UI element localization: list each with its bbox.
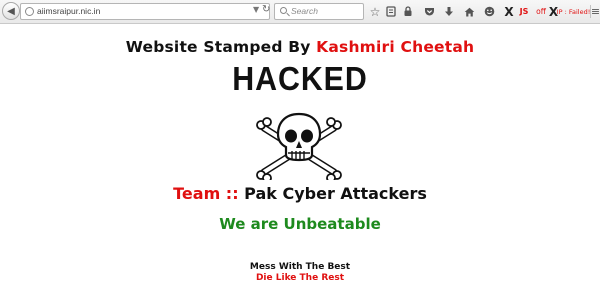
stamp-heading: Website Stamped By Kashmiri Cheetah — [0, 38, 600, 56]
url-text[interactable]: aiimsraipur.nic.in — [37, 6, 100, 17]
ip-status-label[interactable]: IP : Failed! — [557, 3, 591, 20]
globe-icon — [25, 7, 34, 16]
team-prefix: Team :: — [173, 184, 245, 203]
addon-js-badge[interactable]: JS — [518, 3, 530, 20]
search-placeholder: Search — [291, 6, 318, 16]
addon-x-icon[interactable]: X — [504, 3, 514, 20]
skull-crossbones-icon — [256, 112, 342, 180]
back-button[interactable]: ◀ — [2, 2, 20, 20]
emoji-icon[interactable] — [483, 3, 495, 20]
star-icon[interactable]: ☆ — [369, 3, 381, 20]
stamp-prefix: Website Stamped By — [125, 38, 317, 56]
die-text: Die Like The Rest — [255, 273, 345, 283]
browser-toolbar: ◀ aiimsraipur.nic.in ▼ ↻ Search ☆ X JS o… — [0, 0, 600, 24]
url-dropdown-icon[interactable]: ▼ — [253, 5, 259, 14]
unbeatable-text: We are Unbeatable — [219, 215, 381, 233]
address-bar[interactable]: aiimsraipur.nic.in ▼ ↻ — [20, 3, 270, 20]
stamp-name: Kashmiri Cheetah — [316, 38, 475, 56]
reload-icon[interactable]: ↻ — [262, 4, 270, 15]
team-heading: Team :: Pak Cyber Attackers — [0, 184, 600, 203]
page-content: Website Stamped By Kashmiri Cheetah HACK… — [0, 24, 600, 301]
lock-icon[interactable] — [402, 3, 414, 20]
download-icon[interactable] — [443, 3, 455, 20]
search-icon — [280, 7, 287, 14]
menu-icon[interactable]: ≡ — [591, 3, 600, 20]
search-bar[interactable]: Search — [274, 3, 364, 20]
bookmarks-icon[interactable] — [385, 3, 397, 20]
hacked-title: HACKED — [232, 60, 368, 97]
home-icon[interactable] — [463, 3, 475, 20]
pocket-icon[interactable] — [423, 3, 435, 20]
addon-off-label[interactable]: off — [533, 3, 549, 20]
mess-text: Mess With The Best — [249, 262, 351, 272]
back-arrow-icon: ◀ — [7, 5, 15, 17]
team-name: Pak Cyber Attackers — [244, 184, 427, 203]
browser-window: ◀ aiimsraipur.nic.in ▼ ↻ Search ☆ X JS o… — [0, 0, 600, 301]
